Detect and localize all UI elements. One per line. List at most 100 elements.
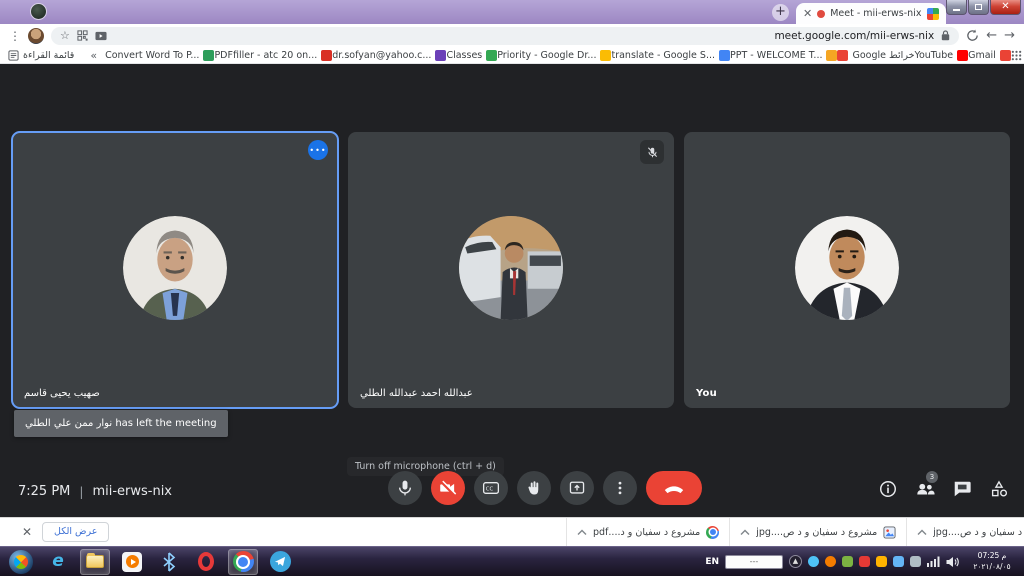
download-filename: مشروع د سفيان و د ص....jpg <box>756 527 877 538</box>
lock-icon[interactable] <box>941 30 950 41</box>
bookmark-item[interactable]: translate - Google S... <box>611 50 730 61</box>
bookmark-favicon <box>486 50 497 61</box>
chevron-up-icon[interactable] <box>577 529 587 536</box>
file-explorer-icon[interactable] <box>80 549 110 575</box>
window-close-button[interactable]: ✕ <box>990 0 1021 15</box>
bookmark-favicon <box>435 50 446 61</box>
meeting-details-button[interactable] <box>877 478 899 500</box>
tray-icon[interactable] <box>842 556 853 567</box>
present-screen-button[interactable] <box>560 471 594 505</box>
media-player-icon[interactable] <box>117 549 147 575</box>
meet-call-area: ••• صهيب يحيى قاسم <box>0 65 1024 517</box>
call-controls: CC <box>388 471 702 505</box>
downloads-close-icon[interactable]: ✕ <box>22 525 32 539</box>
bookmark-favicon <box>837 50 848 61</box>
address-bar[interactable]: ☆ meet.google.com/mii-erws-nix <box>51 27 959 45</box>
tray-icon[interactable] <box>825 556 836 567</box>
bookmark-item[interactable]: Priority - Google Dr... <box>497 50 611 61</box>
back-icon[interactable]: ← <box>986 29 997 42</box>
start-button[interactable] <box>6 549 36 575</box>
bookmark-item[interactable]: Convert Word To P... <box>105 50 214 61</box>
captions-button[interactable]: CC <box>474 471 508 505</box>
volume-icon[interactable] <box>946 556 959 568</box>
bookmarks-overflow-chevron[interactable]: « <box>90 49 97 62</box>
participant-avatar <box>123 216 227 320</box>
taskbar-address-box[interactable]: --- <box>725 555 783 569</box>
download-item-pdf[interactable]: مشروع د سفيان و د....pdf <box>566 518 729 546</box>
opera-icon[interactable] <box>191 549 221 575</box>
tray-icon[interactable] <box>859 556 870 567</box>
svg-text:CC: CC <box>486 487 494 493</box>
forward-icon[interactable]: → <box>1004 29 1015 42</box>
tile-more-options-button[interactable]: ••• <box>308 140 328 160</box>
participant-tile-you[interactable]: You <box>684 132 1010 408</box>
tray-icon[interactable] <box>893 556 904 567</box>
microphone-button[interactable] <box>388 471 422 505</box>
qr-scan-icon[interactable] <box>77 30 88 41</box>
bookmark-item[interactable]: خرائط Google <box>837 50 914 61</box>
bookmarks-bar: قائمة القراءة « Convert Word To P... PDF… <box>0 47 1024 64</box>
image-file-icon <box>883 526 896 539</box>
end-call-button[interactable] <box>646 471 702 505</box>
chrome-icon[interactable] <box>228 549 258 575</box>
telegram-icon[interactable] <box>265 549 295 575</box>
url-text[interactable]: meet.google.com/mii-erws-nix <box>774 30 934 42</box>
browser-tab-meet[interactable]: ✕ Meet - mii-erws-nix <box>796 3 946 24</box>
participant-tile-2[interactable]: عبدالله احمد عبدالله الطلي <box>348 132 674 408</box>
internet-explorer-icon[interactable]: e <box>43 549 73 575</box>
bookmark-favicon <box>600 50 611 61</box>
bookmark-favicon <box>1000 50 1011 61</box>
bookmark-item[interactable]: dr.sofyan@yahoo.c... <box>332 50 446 61</box>
bookmark-favicon <box>719 50 730 61</box>
bookmark-star-icon[interactable]: ☆ <box>60 30 70 41</box>
bookmark-favicon <box>203 50 214 61</box>
chevron-up-icon[interactable] <box>740 529 750 536</box>
tab-close-icon[interactable]: ✕ <box>803 8 812 19</box>
bookmark-item[interactable]: YouTube <box>914 50 968 61</box>
bookmark-favicon <box>321 50 332 61</box>
media-control-icon[interactable] <box>95 31 107 41</box>
tray-icon[interactable] <box>876 556 887 567</box>
bookmark-item-apps[interactable]: التطبيقات <box>1011 50 1024 61</box>
browser-toolbar: ⋮ ☆ meet.google.com/mii-erws-nix ← → <box>0 24 1024 47</box>
participant-tile-1[interactable]: ••• صهيب يحيى قاسم <box>12 132 338 408</box>
reload-icon[interactable] <box>966 29 979 42</box>
chat-button[interactable] <box>951 478 973 500</box>
clock-date: ٢٠٢١/٠٨/٠٥ <box>965 562 1019 572</box>
tray-icon[interactable] <box>910 556 921 567</box>
bookmark-item[interactable]: PPT - WELCOME T... <box>730 50 837 61</box>
download-item-jpg[interactable]: مشروع د سفيان و د ص....jpg <box>906 518 1024 546</box>
clock-separator: | <box>79 485 83 499</box>
browser-menu-icon[interactable]: ⋮ <box>9 29 21 43</box>
browser-profile-avatar[interactable] <box>28 28 44 44</box>
language-indicator[interactable]: EN <box>705 557 719 567</box>
bookmark-item[interactable]: PDFfiller - atc 20 on... <box>214 50 332 61</box>
window-minimize-button[interactable] <box>946 0 967 15</box>
network-icon[interactable] <box>927 556 940 567</box>
participant-name-you: You <box>696 388 717 399</box>
participants-count-badge: 3 <box>926 471 938 483</box>
window-maximize-button[interactable] <box>968 0 989 15</box>
tray-icon[interactable] <box>808 556 819 567</box>
taskbar-clock[interactable]: 07:25 م ٢٠٢١/٠٨/٠٥ <box>965 551 1019 571</box>
chevron-up-icon[interactable] <box>917 529 927 536</box>
left-meeting-toast: نوار ممن علي الطلي has left the meeting <box>14 410 228 437</box>
activities-button[interactable] <box>988 478 1010 500</box>
participant-avatar <box>795 216 899 320</box>
raise-hand-button[interactable] <box>517 471 551 505</box>
new-tab-button[interactable]: + <box>772 4 789 21</box>
downloads-show-all-button[interactable]: عرض الكل <box>42 522 109 542</box>
bookmark-item[interactable]: Gmail <box>968 50 1011 61</box>
taskbar-apps: e <box>0 547 295 576</box>
reading-list-button[interactable]: قائمة القراءة <box>8 50 74 61</box>
titlebar-profile-badge[interactable] <box>30 3 47 20</box>
bookmark-item[interactable]: Classes <box>446 50 497 61</box>
windows-taskbar: e EN --- ▲ <box>0 546 1024 576</box>
tab-title: Meet - mii-erws-nix <box>830 8 922 19</box>
download-item-jpg[interactable]: مشروع د سفيان و د ص....jpg <box>729 518 906 546</box>
bluetooth-icon[interactable] <box>154 549 184 575</box>
participants-button[interactable]: 3 <box>914 478 936 500</box>
camera-off-button[interactable] <box>431 471 465 505</box>
more-options-button[interactable] <box>603 471 637 505</box>
tray-show-hidden-button[interactable]: ▲ <box>789 555 802 568</box>
